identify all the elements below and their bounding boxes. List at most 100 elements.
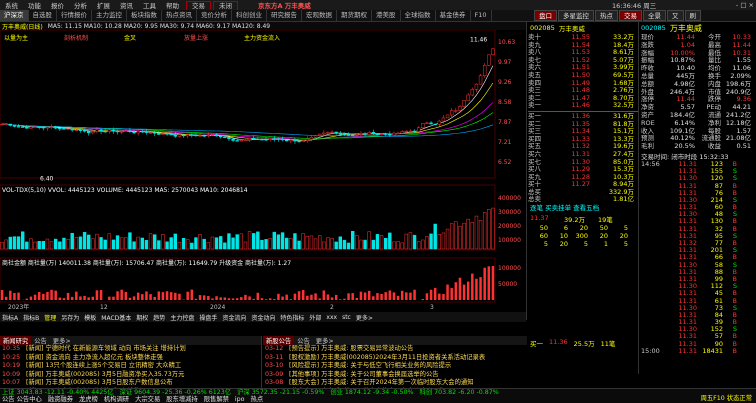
indicator-tab[interactable]: 指标B — [23, 313, 39, 322]
news-item[interactable]: 03-11 [股权激励] 万丰奥威(002085)2024年3月11日投资者关系活… — [263, 354, 527, 363]
tick-row[interactable]: 11.31 45 B — [639, 290, 756, 297]
tick-row[interactable]: 11.31 61 B — [639, 297, 756, 305]
indicator-tab[interactable]: 操盘手 — [199, 313, 217, 322]
tick-row[interactable]: 11.31 155 S — [639, 167, 756, 175]
right-tab[interactable]: 又 — [667, 10, 684, 21]
menu-item[interactable]: 系统 — [0, 2, 23, 10]
news-tab[interactable]: 更多> — [313, 336, 337, 345]
main-tab[interactable]: 基金债券 — [436, 10, 471, 21]
index-ticker[interactable]: 创业 1874.12 -9.34 -0.50% — [330, 389, 413, 396]
quick-link[interactable]: 龙虎榜 — [79, 396, 98, 403]
news-tab[interactable]: 公告 — [31, 336, 50, 345]
tick-row[interactable]: 11.31 60 B — [639, 203, 756, 211]
news-item[interactable]: 03-08 [股东大会] 万丰奥威: 关于召开2024年第一次临时股东大会的通知 — [263, 379, 527, 388]
tick-row[interactable]: 15:00 11.31 18431 B — [639, 347, 756, 355]
tick-row[interactable]: 14:56 11.31 123 B — [639, 160, 756, 168]
indicator-tab[interactable]: xxx — [326, 314, 337, 321]
tick-list[interactable]: 14:56 11.31 123 B 11.31 155 S 11.30 120 S 11.31 87 B… — [639, 160, 756, 355]
indicator-tab[interactable]: MACD基本 — [101, 313, 131, 322]
tick-row[interactable]: 11.32 77 B — [639, 239, 756, 247]
main-tab[interactable]: 全球指数 — [401, 10, 436, 21]
tick-row[interactable]: 11.30 48 S — [639, 211, 756, 218]
kline-chart-panel[interactable]: 万丰奥威(日线) MA5: 11.15 MA10: 10.28 MA20: 9.… — [0, 22, 527, 322]
tick-row[interactable]: 11.31 66 B — [639, 254, 756, 261]
quick-link[interactable]: 热点 — [251, 396, 264, 403]
news-item[interactable]: 10:07 [新闻] 万丰奥威(002085) 3月5日股东户数信息公布 — [0, 379, 261, 388]
tick-row[interactable]: 11.30 214 S — [639, 196, 756, 204]
tick-row[interactable]: 11.31 201 S — [639, 247, 756, 254]
right-tab[interactable]: 全景 — [643, 10, 666, 21]
tick-row[interactable]: 11.31 39 B — [639, 318, 756, 326]
menu-item[interactable]: 工具 — [138, 2, 161, 10]
main-tab[interactable]: 沪深京 — [0, 10, 29, 21]
quick-link[interactable]: ipo — [235, 396, 245, 403]
tick-row[interactable]: 11.31 84 B — [639, 311, 756, 319]
index-ticker[interactable]: 深证 9604.39 -25.36 -0.26% 6123亿 — [120, 389, 232, 396]
news-item[interactable]: 03-12 [预告提示] 万丰奥威: 股票交易异常波动公告 — [263, 345, 527, 354]
menu-item[interactable]: 扩展 — [92, 2, 115, 10]
main-tab[interactable]: 主力监控 — [92, 10, 127, 21]
orderbook-hint[interactable]: 逐笔 买卖挂单 查看五档 — [528, 204, 638, 212]
indicator-tab[interactable]: 资金流向 — [222, 313, 246, 322]
menu-item[interactable]: 分析 — [69, 2, 92, 10]
quick-link[interactable]: 融资融券 — [48, 396, 73, 403]
news-tab[interactable]: 新股公告 — [263, 336, 295, 345]
news-item[interactable]: 10:09 [新闻] 万丰奥威(002085) 3月5日融资净买入35.73万元 — [0, 371, 261, 380]
main-tab[interactable]: 港美股 — [372, 10, 401, 21]
right-tab[interactable]: 交易 — [619, 10, 642, 21]
main-tab[interactable]: 期货期权 — [337, 10, 372, 21]
quick-link[interactable]: 大宗交易 — [135, 396, 160, 403]
tick-row[interactable]: 11.31 130 B — [639, 218, 756, 225]
news-item[interactable]: 03-09 [其他事项] 万丰奥威: 关于公司董事会换届选举的公告 — [263, 371, 527, 380]
tick-row[interactable]: 11.30 120 S — [639, 175, 756, 182]
menu-item[interactable]: 报价 — [46, 2, 69, 10]
main-tab[interactable]: F10 — [471, 10, 492, 21]
tick-row[interactable]: 11.31 32 B — [639, 225, 756, 233]
indicator-tab[interactable]: 外部 — [309, 313, 321, 322]
indicator-tab[interactable]: 趋势 — [153, 313, 165, 322]
menu-item[interactable]: 资讯 — [115, 2, 138, 10]
indicator-tab[interactable]: 主力控盘 — [170, 313, 194, 322]
main-tab[interactable]: 板块指数 — [127, 10, 162, 21]
indicator-tab[interactable]: 特色指标 — [280, 313, 304, 322]
indicator-tab[interactable]: 更多> — [356, 313, 373, 322]
right-tab[interactable]: 盘口 — [534, 10, 557, 21]
tick-row[interactable]: 11.30 58 S — [639, 261, 756, 269]
indicator-tab[interactable]: stc — [342, 314, 351, 321]
tick-row[interactable]: 11.31 87 B — [639, 182, 756, 190]
index-ticker[interactable]: 上证 3043.83 -12.11 -0.40% 4425亿 — [2, 389, 114, 396]
indicator-tab[interactable]: 指标A — [2, 313, 18, 322]
main-tab[interactable]: 自选股 — [29, 10, 57, 21]
tick-row[interactable]: 11.30 112 S — [639, 282, 756, 290]
menu-item[interactable]: 功能 — [23, 2, 46, 10]
indicator-tab[interactable]: 资金动向 — [251, 313, 275, 322]
chart-svg[interactable]: 以量为主 剖析机制 金叉 放量上涨 主力资金流入 11.46 6.40 10.63 9.97 9.… — [0, 29, 527, 311]
news-tab[interactable]: 新闻研究 — [0, 336, 32, 345]
news-item[interactable]: 03-10 [风险提示] 万丰奥威: 关于与低空飞行相关业务的风险提示 — [263, 362, 527, 371]
indicator-tab[interactable]: 期权 — [136, 313, 148, 322]
main-tab[interactable]: 研究报告 — [267, 10, 302, 21]
tick-row[interactable]: 11.31 99 B — [639, 275, 756, 283]
tick-row[interactable]: 11.31 88 B — [639, 268, 756, 276]
indicator-tab[interactable]: 模板 — [84, 313, 96, 322]
tick-row[interactable]: 11.31 76 B — [639, 189, 756, 197]
news-item[interactable]: 10:25 [新闻] 资金流向 主力净流入超亿元 板块整体走强 — [0, 354, 261, 363]
index-ticker[interactable]: 科创 703.82 -6.20 -0.87% — [420, 389, 499, 396]
tick-row[interactable]: 11.31 95 S — [639, 232, 756, 240]
tick-row[interactable]: 11.30 152 S — [639, 326, 756, 333]
main-tab[interactable]: 热点资讯 — [162, 10, 197, 21]
main-tab[interactable]: 竞价分析 — [197, 10, 232, 21]
main-tab[interactable]: 宏观数据 — [302, 10, 337, 21]
right-tab[interactable]: 多星监控 — [558, 10, 594, 21]
indicator-tab[interactable]: 管理 — [44, 313, 56, 322]
tick-row[interactable]: 11.31 57 B — [639, 333, 756, 340]
right-tab[interactable]: 刷 — [684, 10, 701, 21]
quick-link[interactable]: 公告 公告中心 — [2, 396, 42, 403]
right-tab[interactable]: 热点 — [595, 10, 618, 21]
tick-row[interactable]: 11.30 73 S — [639, 304, 756, 312]
quick-link[interactable]: 股东增减持 — [166, 396, 197, 403]
news-tab[interactable]: 公告 — [294, 336, 313, 345]
index-ticker[interactable]: 沪深 3572.35 -21.15 -0.59% — [237, 389, 324, 396]
menu-item[interactable]: 帮助 — [161, 2, 184, 10]
window-controls[interactable]: - □ × — [736, 1, 754, 9]
